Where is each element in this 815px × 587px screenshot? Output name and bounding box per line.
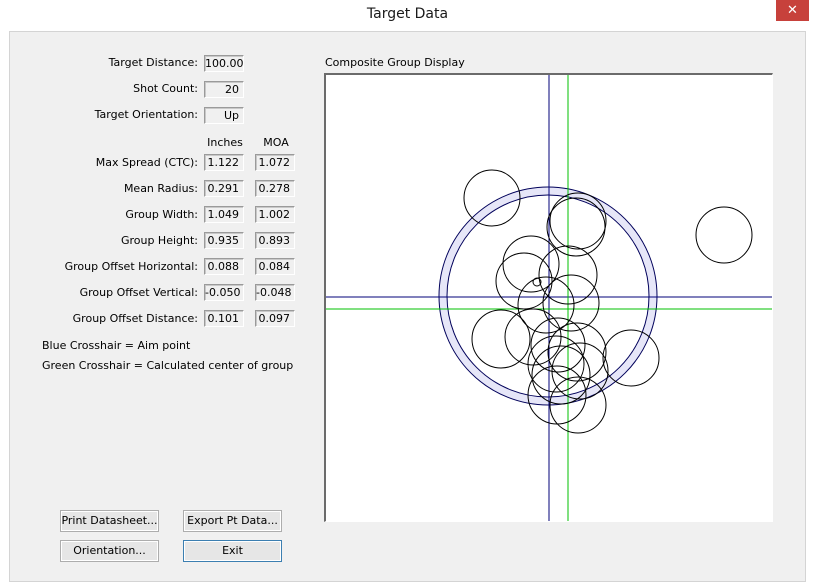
close-button[interactable]: ✕ — [776, 0, 809, 21]
group-offset-vertical-moa: -0.048 — [255, 284, 295, 301]
mean-radius-moa: 0.278 — [255, 180, 295, 197]
group-offset-horizontal-moa: 0.084 — [255, 258, 295, 275]
target-orientation-label: Target Orientation: — [94, 108, 198, 121]
group-offset-horizontal-inches: 0.088 — [204, 258, 244, 275]
window-title: Target Data — [366, 6, 449, 22]
group-offset-vertical-label: Group Offset Vertical: — [79, 286, 198, 299]
composite-group-display-label: Composite Group Display — [325, 56, 465, 69]
close-icon: ✕ — [787, 3, 798, 18]
moa-column-header: MOA — [263, 136, 289, 149]
group-offset-distance-inches: 0.101 — [204, 310, 244, 327]
group-height-moa: 0.893 — [255, 232, 295, 249]
shot-count-value: 20 — [204, 81, 244, 98]
title-bar[interactable]: Target Data ✕ — [0, 0, 815, 30]
shot-hole — [695, 206, 753, 264]
group-offset-distance-label: Group Offset Distance: — [72, 312, 198, 325]
mean-radius-label: Mean Radius: — [123, 182, 198, 195]
group-offset-distance-moa: 0.097 — [255, 310, 295, 327]
target-orientation-value: Up — [204, 107, 244, 124]
mean-radius-inches: 0.291 — [204, 180, 244, 197]
group-offset-horizontal-label: Group Offset Horizontal: — [64, 260, 198, 273]
group-height-inches: 0.935 — [204, 232, 244, 249]
orientation-button[interactable]: Orientation... — [60, 540, 159, 562]
max-spread-inches: 1.122 — [204, 154, 244, 171]
inches-column-header: Inches — [207, 136, 243, 149]
group-height-label: Group Height: — [120, 234, 198, 247]
group-offset-vertical-inches: -0.050 — [204, 284, 244, 301]
export-pt-data-button[interactable]: Export Pt Data... — [183, 510, 282, 532]
blue-crosshair-legend: Blue Crosshair = Aim point — [42, 339, 191, 352]
max-spread-moa: 1.072 — [255, 154, 295, 171]
group-width-inches: 1.049 — [204, 206, 244, 223]
green-crosshair-legend: Green Crosshair = Calculated center of g… — [42, 359, 294, 372]
target-distance-value: 100.00 — [204, 55, 244, 72]
group-plot — [326, 75, 772, 521]
target-data-window: Target Data ✕ Target Distance: 100.00 Sh… — [0, 0, 815, 587]
composite-group-display — [324, 73, 773, 522]
print-datasheet-button[interactable]: Print Datasheet... — [60, 510, 159, 532]
group-width-label: Group Width: — [125, 208, 198, 221]
shot-count-label: Shot Count: — [133, 82, 198, 95]
exit-button[interactable]: Exit — [183, 540, 282, 562]
max-spread-label: Max Spread (CTC): — [95, 156, 198, 169]
target-distance-label: Target Distance: — [108, 56, 198, 69]
group-width-moa: 1.002 — [255, 206, 295, 223]
